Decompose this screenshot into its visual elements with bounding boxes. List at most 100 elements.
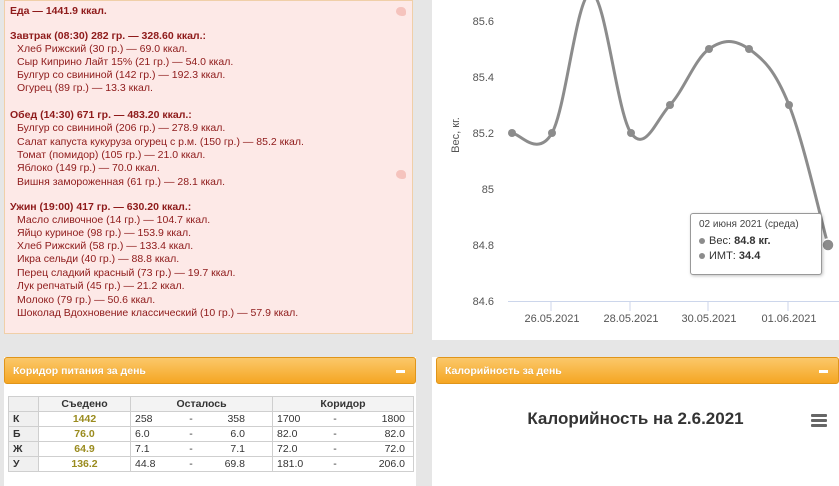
food-item: Хлеб Рижский (58 гр.) — 133.4 ккал.	[17, 240, 194, 252]
weight-point	[705, 45, 713, 53]
column-header-left: Осталось	[130, 396, 273, 412]
weight-chart: Вес, кг. 85.6 85.4 85.2 85 84.8 84.6 26.05.2021…	[432, 0, 839, 340]
left-min: 6.0	[135, 428, 150, 440]
note-icon[interactable]	[396, 7, 406, 16]
range-dash: -	[333, 428, 337, 440]
food-item: Икра сельди (40 гр.) — 88.8 ккал.	[17, 253, 180, 265]
tooltip-weight-label: Вес:	[709, 235, 732, 247]
tooltip-date: 02 июня 2021 (среда)	[699, 219, 799, 230]
weight-point	[666, 101, 674, 109]
range-dash: -	[333, 443, 337, 455]
corridor-max: 1800	[381, 413, 405, 425]
range-dash: -	[189, 413, 193, 425]
corridor-max: 82.0	[384, 428, 405, 440]
calories-panel: Калорийность за день Калорийность на 2.6…	[432, 357, 839, 486]
corridor-header[interactable]: Коридор питания за день	[4, 357, 416, 384]
x-tick-label: 28.05.2021	[603, 313, 658, 325]
y-tick-label: 84.6	[473, 296, 494, 308]
eaten-value: 1442	[38, 411, 131, 427]
food-item: Томат (помидор) (105 гр.) — 21.0 ккал.	[17, 149, 206, 161]
table-header-empty	[8, 396, 39, 412]
column-header-eaten: Съедено	[38, 396, 131, 412]
food-item: Лук репчатый (45 гр.) — 21.2 ккал.	[17, 280, 185, 292]
tooltip-bmi-label: ИМТ:	[709, 250, 736, 262]
weight-chart-svg: Вес, кг. 85.6 85.4 85.2 85 84.8 84.6 26.05.2021…	[450, 0, 839, 325]
eaten-value: 136.2	[38, 456, 131, 472]
table-row: Ж 64.9 7.1 - 7.1 72.0 - 72.0	[8, 441, 414, 457]
left-max: 6.0	[230, 428, 245, 440]
x-tick-label: 01.06.2021	[761, 313, 816, 325]
y-tick-label: 85	[482, 184, 494, 196]
food-item: Булгур со свининой (142 гр.) — 192.3 кка…	[17, 69, 226, 81]
weight-point	[785, 101, 793, 109]
food-item: Вишня замороженная (61 гр.) — 28.1 ккал.	[17, 176, 226, 188]
food-item: Яблоко (149 гр.) — 70.0 ккал.	[17, 162, 160, 174]
corridor-range: 72.0 - 72.0	[272, 441, 414, 457]
food-item: Огурец (89 гр.) — 13.3 ккал.	[17, 82, 153, 94]
left-range: 7.1 - 7.1	[130, 441, 273, 457]
tooltip-bmi: ИМТ: 34.4	[699, 249, 813, 264]
left-min: 44.8	[135, 458, 156, 470]
food-item: Салат капуста кукуруза огурец с р.м. (15…	[17, 136, 304, 148]
x-tick-label: 30.05.2021	[681, 313, 736, 325]
food-item: Яйцо куриное (98 гр.) — 153.9 ккал.	[17, 227, 192, 239]
corridor-table: Съедено Осталось Коридор К 1442 258 - 358 170…	[8, 396, 414, 472]
corridor-table-body: К 1442 258-358 1700-1800 Б 76.0 6.0-6.0 82.0-82…	[8, 411, 414, 472]
tooltip-dot-icon	[699, 238, 705, 245]
left-min: 7.1	[135, 443, 150, 455]
y-axis-label: Вес, кг.	[450, 117, 462, 153]
menu-icon[interactable]	[811, 414, 827, 427]
table-row: У 136.2 44.8 - 69.8 181.0 - 206.0	[8, 456, 414, 472]
weight-point	[745, 45, 753, 53]
range-dash: -	[333, 413, 337, 425]
left-max: 7.1	[230, 443, 245, 455]
tooltip-weight-value: 84.8 кг.	[734, 235, 771, 247]
weight-point	[627, 129, 635, 137]
range-dash: -	[189, 428, 193, 440]
calories-header[interactable]: Калорийность за день	[436, 357, 839, 384]
corridor-range: 181.0 - 206.0	[272, 456, 414, 472]
left-range: 258 - 358	[130, 411, 273, 427]
food-item: Масло сливочное (14 гр.) — 104.7 ккал.	[17, 214, 211, 226]
row-label: Б	[8, 426, 39, 442]
eaten-value: 64.9	[38, 441, 131, 457]
y-tick-label: 85.2	[473, 128, 494, 140]
corridor-min: 82.0	[277, 428, 298, 440]
collapse-icon[interactable]	[819, 370, 828, 373]
meal-title: Ужин (19:00) 417 гр. — 630.20 ккал.:	[10, 201, 192, 213]
row-label: К	[8, 411, 39, 427]
left-range: 6.0 - 6.0	[130, 426, 273, 442]
left-range: 44.8 - 69.8	[130, 456, 273, 472]
chart-tooltip: 02 июня 2021 (среда) Вес: 84.8 кг. ИМТ: …	[690, 213, 822, 275]
y-tick-label: 84.8	[473, 240, 494, 252]
table-header-row: Съедено Осталось Коридор	[8, 396, 414, 412]
weight-point	[508, 129, 516, 137]
column-header-corridor: Коридор	[272, 396, 414, 412]
row-label: Ж	[8, 441, 39, 457]
corridor-min: 1700	[277, 413, 301, 425]
table-row: Б 76.0 6.0 - 6.0 82.0 - 82.0	[8, 426, 414, 442]
table-row: К 1442 258 - 358 1700 - 1800	[8, 411, 414, 427]
note-icon[interactable]	[396, 170, 406, 179]
calories-header-title: Калорийность за день	[445, 365, 562, 377]
collapse-icon[interactable]	[396, 370, 405, 373]
food-item: Молоко (79 гр.) — 50.6 ккал.	[17, 294, 156, 306]
food-log-panel: Еда — 1441.9 ккал. Завтрак (08:30) 282 г…	[4, 0, 413, 334]
weight-point	[548, 129, 556, 137]
eaten-value: 76.0	[38, 426, 131, 442]
tooltip-weight: Вес: 84.8 кг.	[699, 234, 813, 249]
range-dash: -	[189, 458, 193, 470]
row-label: У	[8, 456, 39, 472]
food-item: Хлеб Рижский (30 гр.) — 69.0 ккал.	[17, 43, 188, 55]
page: Еда — 1441.9 ккал. Завтрак (08:30) 282 г…	[0, 0, 839, 486]
left-min: 258	[135, 413, 153, 425]
y-tick-label: 85.6	[473, 16, 494, 28]
food-item: Булгур со свининой (206 гр.) — 278.9 кка…	[17, 122, 226, 134]
food-item: Сыр Киприно Лайт 15% (21 гр.) — 54.0 кка…	[17, 56, 234, 68]
corridor-max: 206.0	[378, 458, 405, 470]
weight-point	[821, 238, 835, 252]
y-tick-label: 85.4	[473, 72, 494, 84]
food-item: Перец сладкий красный (73 гр.) — 19.7 кк…	[17, 267, 236, 279]
corridor-max: 72.0	[384, 443, 405, 455]
food-item: Шоколад Вдохновение классический (10 гр.…	[17, 307, 299, 319]
